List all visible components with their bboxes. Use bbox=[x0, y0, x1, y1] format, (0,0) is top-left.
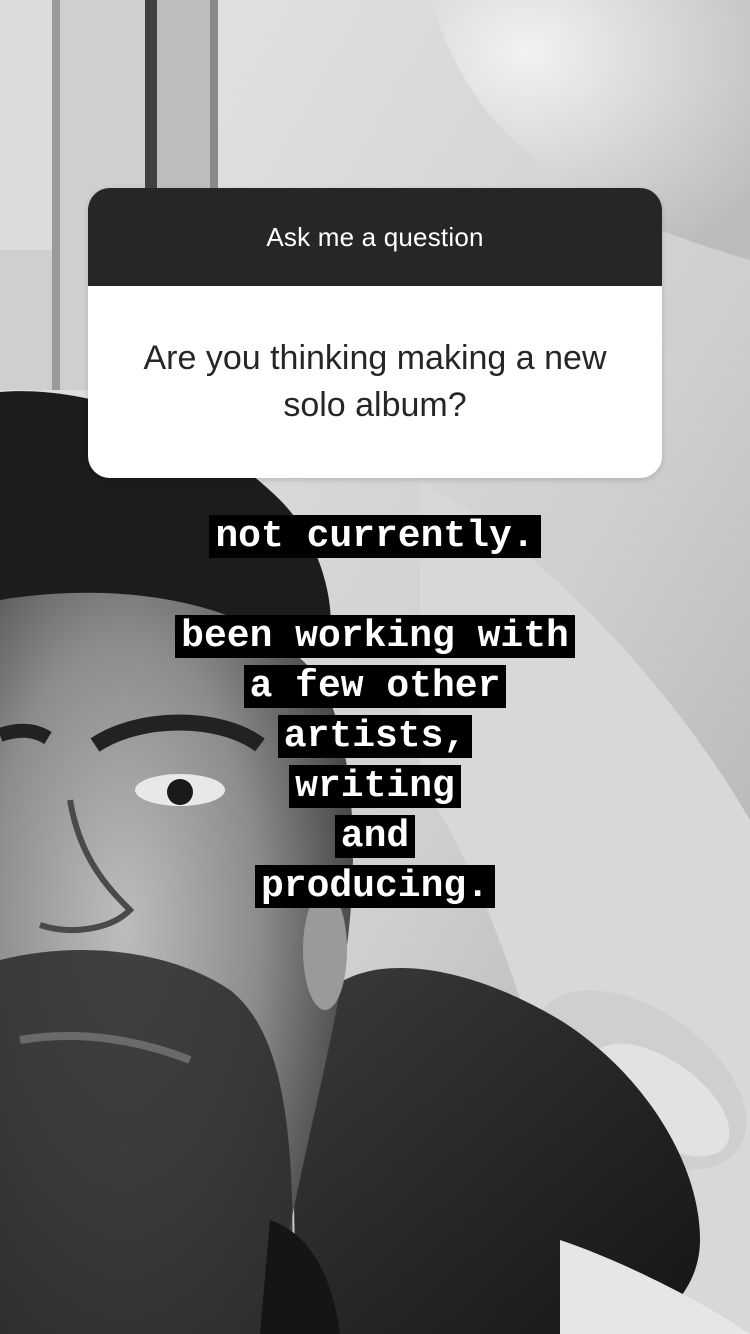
reply-line: a few other bbox=[100, 662, 650, 712]
reply-line-spacer bbox=[100, 562, 650, 612]
reply-line: artists, bbox=[100, 712, 650, 762]
reply-line: and bbox=[100, 812, 650, 862]
reply-line: not currently. bbox=[100, 512, 650, 562]
reply-text-block: not currently. been working with a few o… bbox=[100, 512, 650, 912]
reply-line: producing. bbox=[100, 862, 650, 912]
reply-line: been working with bbox=[100, 612, 650, 662]
reply-line: writing bbox=[100, 762, 650, 812]
question-text: Are you thinking making a new solo album… bbox=[88, 286, 662, 478]
story-frame: Ask me a question Are you thinking makin… bbox=[0, 0, 750, 1334]
question-sticker-header: Ask me a question bbox=[88, 188, 662, 286]
question-sticker[interactable]: Ask me a question Are you thinking makin… bbox=[88, 188, 662, 478]
